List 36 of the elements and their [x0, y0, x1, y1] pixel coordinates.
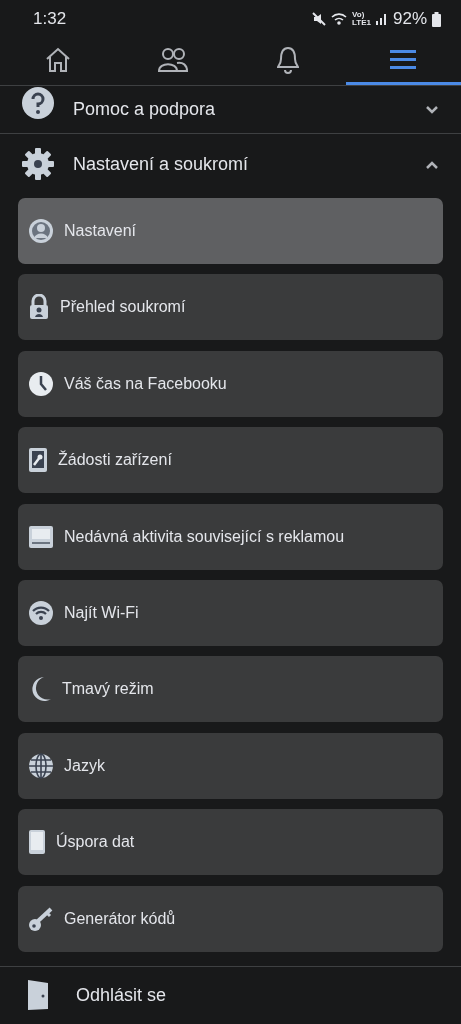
bell-icon [275, 45, 302, 75]
wifi-signal-icon [331, 13, 347, 25]
menu-item[interactable]: Úspora dat [18, 809, 443, 876]
ad-screen-icon [28, 524, 54, 549]
lock-icon [28, 294, 50, 321]
section-header[interactable]: Nastavení a soukromí [0, 134, 461, 194]
menu-item[interactable]: Najít Wi-Fi [18, 579, 443, 646]
phone-icon [28, 829, 46, 856]
menu-item[interactable]: Generátor kódů [18, 885, 443, 952]
section-header[interactable]: Pomoc a podpora [0, 86, 461, 134]
menu-item[interactable]: Jazyk [18, 732, 443, 799]
menu-item[interactable]: Přehled soukromí [18, 274, 443, 341]
menu-item[interactable]: Nedávná aktivita související s reklamou [18, 503, 443, 570]
signal-icon [375, 13, 388, 25]
wifi-icon [28, 599, 54, 626]
clock-icon [28, 370, 54, 397]
menu-item[interactable]: Tmavý režim [18, 656, 443, 723]
lte-label: LTE1 [352, 19, 371, 27]
mute-icon [312, 12, 326, 26]
status-time: 1:32 [33, 9, 68, 29]
volte-label: Vo) [352, 11, 365, 19]
logout-item[interactable]: Odhlásit se [0, 965, 461, 1024]
menu-item[interactable]: Nastavení [18, 198, 443, 264]
menu-item[interactable]: Váš čas na Facebooku [18, 350, 443, 417]
gear-icon [21, 147, 55, 181]
profile-icon [28, 218, 54, 244]
phone-key-icon [28, 447, 48, 474]
menu-icon [390, 49, 417, 71]
battery-level: 92% [392, 9, 427, 29]
battery-icon [432, 11, 441, 27]
menu-item[interactable]: Žádosti zařízení [18, 427, 443, 494]
door-icon [26, 979, 50, 1011]
key-icon [28, 905, 54, 932]
help-icon [21, 86, 55, 120]
friends-icon [156, 46, 189, 74]
globe-icon [28, 752, 54, 779]
